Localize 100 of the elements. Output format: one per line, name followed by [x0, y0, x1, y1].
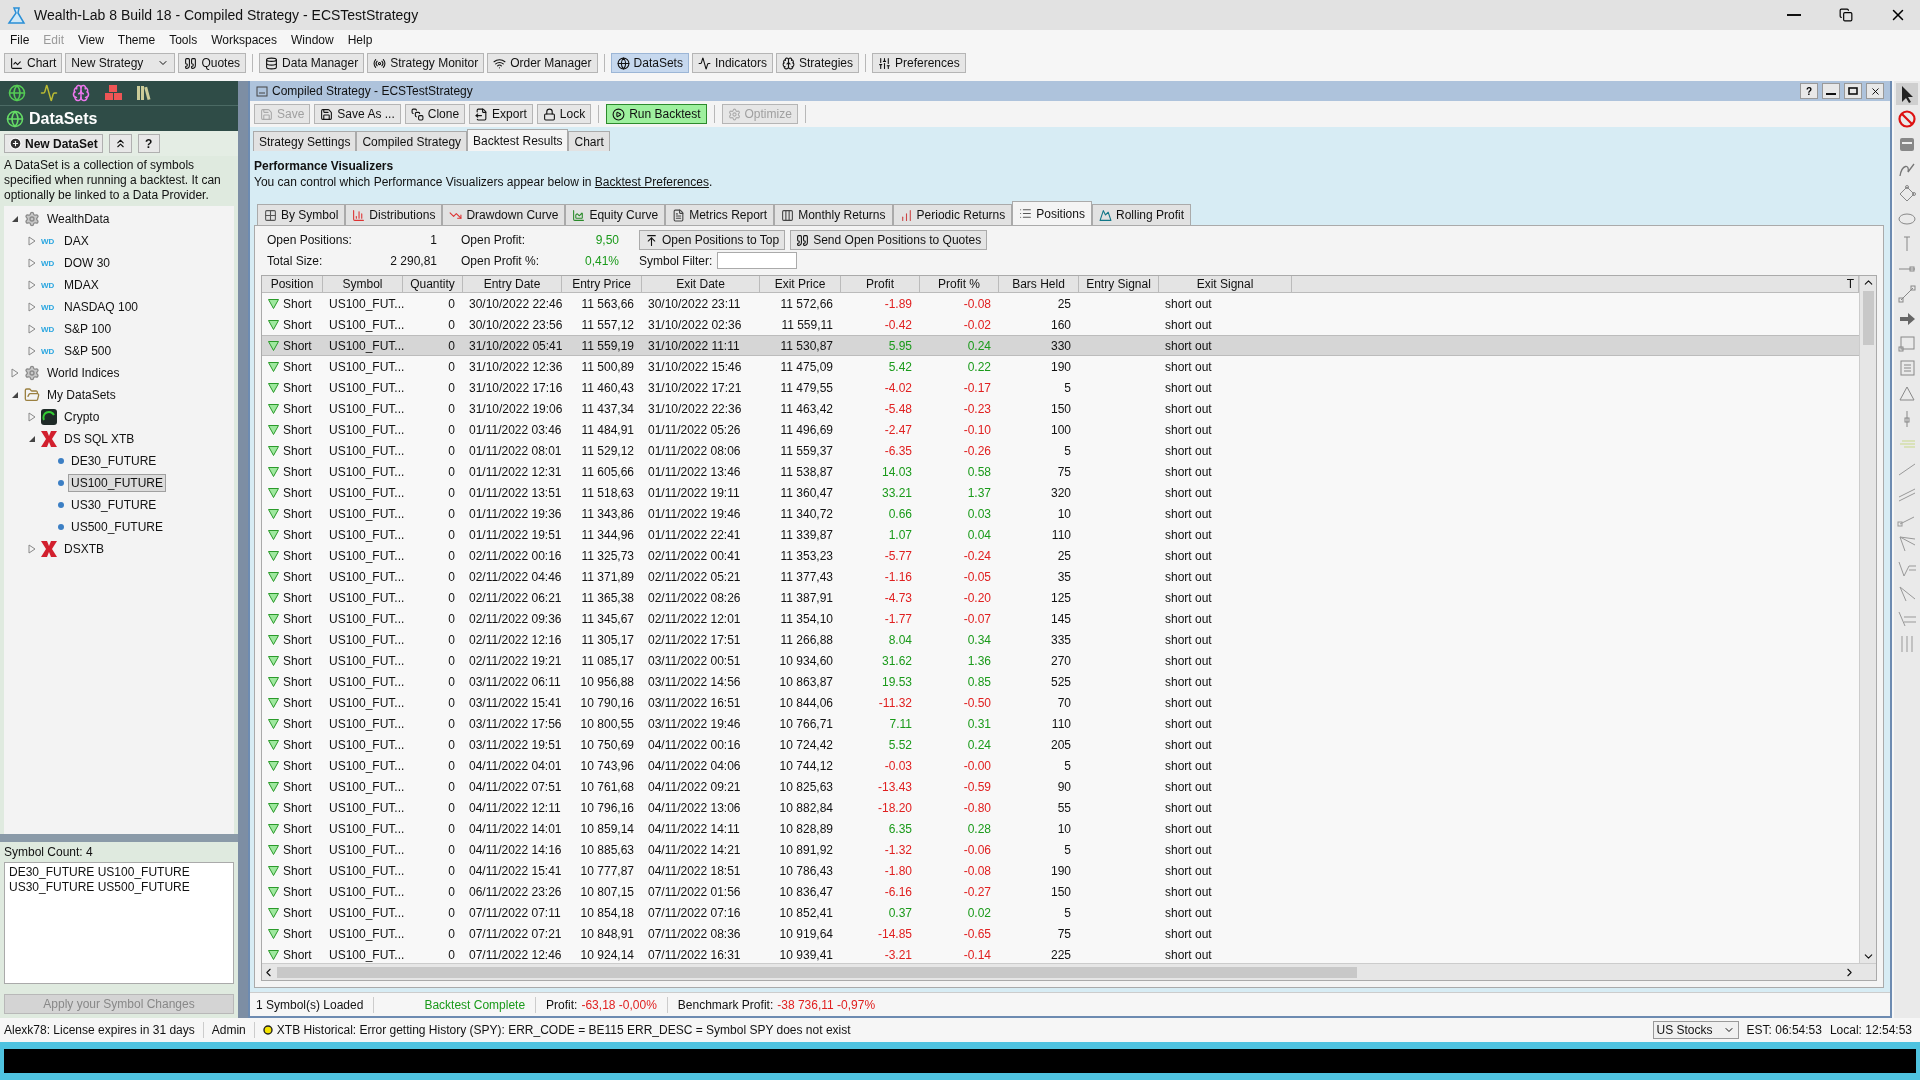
visualizer-tab[interactable]: Rolling Profit: [1091, 204, 1191, 225]
entry-date-cell-text: 31/10/2022 17:16: [468, 380, 562, 395]
menu-item[interactable]: Theme: [111, 33, 162, 47]
collapse-button[interactable]: [108, 134, 132, 153]
tab[interactable]: Strategy Settings: [253, 131, 357, 151]
tree-item[interactable]: World Indices: [44, 364, 123, 382]
bullet-icon: [58, 458, 64, 464]
column-header[interactable]: Quantity: [403, 276, 463, 292]
toolbar-button[interactable]: Preferences: [871, 53, 966, 73]
column-header[interactable]: Profit %: [920, 276, 999, 292]
bars-held-cell-text: 190: [1049, 359, 1072, 374]
column-header[interactable]: Position: [262, 276, 323, 292]
tree-item[interactable]: DE30_FUTURE: [68, 452, 160, 470]
head-icon[interactable]: [72, 84, 90, 102]
tab[interactable]: Chart: [568, 131, 610, 151]
visualizer-tab[interactable]: Drawdown Curve: [442, 204, 566, 225]
tree-item[interactable]: DS SQL XTB: [61, 430, 138, 448]
tree-item[interactable]: DAX: [61, 232, 92, 250]
toolbar-icon: [265, 56, 279, 70]
tree-item[interactable]: WealthData: [44, 210, 113, 228]
preferences-link[interactable]: Backtest Preferences: [594, 175, 709, 189]
tree-item[interactable]: S&P 100: [61, 320, 115, 338]
expander-icon[interactable]: [10, 214, 20, 224]
tree-item[interactable]: Crypto: [61, 408, 103, 426]
column-header[interactable]: Exit Signal: [1159, 276, 1292, 292]
tree-item[interactable]: MDAX: [61, 276, 102, 294]
expander-icon[interactable]: [27, 434, 37, 444]
column-header[interactable]: Entry Price: [562, 276, 642, 292]
menu-item[interactable]: View: [72, 33, 110, 47]
visualizer-tab[interactable]: Monthly Returns: [774, 204, 893, 225]
help-button[interactable]: ?: [137, 134, 160, 153]
close-button[interactable]: [1866, 83, 1884, 99]
toolbar-button[interactable]: Strategy Monitor: [367, 53, 485, 73]
tree-item[interactable]: DSXTB: [61, 540, 107, 558]
column-header[interactable]: Symbol: [323, 276, 403, 292]
quantity-cell-text: 0: [447, 506, 456, 521]
column-header[interactable]: Profit: [841, 276, 920, 292]
toolbar-button[interactable]: Quotes: [178, 53, 247, 73]
toolbar-button[interactable]: Save As ...: [314, 104, 401, 124]
visualizer-tab[interactable]: Periodic Returns: [892, 204, 1013, 225]
help-button[interactable]: ?: [1800, 83, 1818, 99]
scrollbar-thumb[interactable]: [1862, 291, 1874, 345]
visualizer-tab[interactable]: Distributions: [345, 204, 443, 225]
column-header[interactable]: Exit Date: [642, 276, 760, 292]
toolbar-button[interactable]: DataSets: [610, 53, 689, 73]
bars-held-cell-text: 525: [1049, 674, 1072, 689]
tree-item[interactable]: DOW 30: [61, 254, 113, 272]
toolbar-button[interactable]: Clone: [404, 104, 466, 124]
strategy-dropdown[interactable]: New Strategy: [65, 53, 176, 73]
toolbar-button[interactable]: Export: [469, 104, 533, 124]
exit-date-cell-text: 03/11/2022 16:51: [647, 695, 742, 710]
drawing-tool-icon[interactable]: [1896, 283, 1918, 305]
new-dataset-button[interactable]: New DataSet: [4, 134, 103, 153]
toolbar-button[interactable]: Data Manager: [259, 53, 365, 73]
drawing-tool-icon[interactable]: [1896, 333, 1918, 355]
positions-button[interactable]: Send Open Positions to Quotes: [790, 230, 988, 250]
visualizer-tab[interactable]: Equity Curve: [565, 204, 666, 225]
tree-item[interactable]: NASDAQ 100: [61, 298, 142, 316]
visualizer-tab[interactable]: By Symbol: [257, 204, 346, 225]
tree-item[interactable]: My DataSets: [44, 386, 119, 404]
tree-item[interactable]: US30_FUTURE: [68, 496, 160, 514]
scrollbar-thumb[interactable]: [277, 966, 1357, 978]
positions-button[interactable]: Open Positions to Top: [639, 230, 786, 250]
profit-percent-cell-text: 1.36: [966, 653, 992, 668]
toolbar-button[interactable]: Chart: [4, 53, 63, 73]
tab[interactable]: Backtest Results: [467, 129, 569, 151]
cubes-icon[interactable]: [104, 84, 122, 102]
position-cell: Short: [262, 590, 323, 605]
visualizer-tab[interactable]: Positions: [1012, 201, 1092, 225]
toolbar-button[interactable]: Run Backtest: [606, 104, 707, 124]
visualizer-tab[interactable]: Metrics Report: [665, 204, 775, 225]
symbol-filter-field[interactable]: [717, 252, 798, 269]
toolbar-button[interactable]: Indicators: [691, 53, 773, 73]
toolbar-button[interactable]: Order Manager: [487, 53, 598, 73]
menu-item[interactable]: Tools: [163, 33, 204, 47]
toolbar-button[interactable]: Lock: [536, 104, 592, 124]
column-header[interactable]: Entry Date: [463, 276, 562, 292]
data-source-icon: WD: [41, 324, 57, 334]
symbols-text-area[interactable]: DE30_FUTURE US100_FUTURE US30_FUTURE US500_FUTURE: [4, 862, 234, 984]
tree-item[interactable]: US500_FUTURE: [68, 518, 167, 536]
expander-icon[interactable]: [10, 390, 20, 400]
menu-item[interactable]: Window: [285, 33, 340, 47]
column-header[interactable]: Exit Price: [760, 276, 841, 292]
tree-item[interactable]: S&P 500: [61, 342, 115, 360]
column-header[interactable]: Entry Signal: [1079, 276, 1159, 292]
menu-item[interactable]: Help: [341, 33, 379, 47]
market-select[interactable]: US Stocks: [1652, 1021, 1739, 1039]
tree-item[interactable]: US100_FUTURE: [68, 474, 167, 492]
wave-icon[interactable]: [40, 84, 58, 102]
globe-icon[interactable]: [8, 84, 26, 102]
menu-item[interactable]: File: [4, 33, 36, 47]
menu-item[interactable]: Workspaces: [205, 33, 283, 47]
no-entry-icon[interactable]: [1896, 108, 1918, 130]
column-header[interactable]: Bars Held: [999, 276, 1079, 292]
down-triangle-icon: [268, 802, 279, 813]
pointer-icon[interactable]: [1896, 83, 1918, 105]
maximize-button[interactable]: [1844, 83, 1862, 99]
toolbar-button[interactable]: Strategies: [775, 53, 859, 73]
minimize-button[interactable]: [1822, 83, 1840, 99]
tab[interactable]: Compiled Strategy: [356, 131, 468, 151]
